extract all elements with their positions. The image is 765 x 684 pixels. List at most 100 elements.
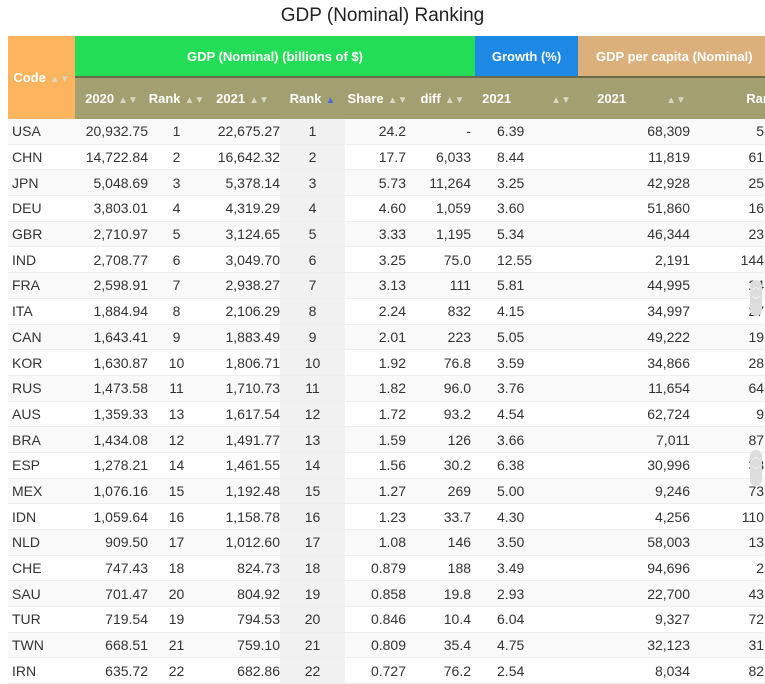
- table-cell: 8,034: [578, 657, 706, 684]
- sort-icon: ▲▼: [118, 95, 138, 106]
- table-cell: 30.2: [410, 452, 476, 479]
- column-header-0[interactable]: 2020 ▲▼: [75, 76, 148, 119]
- table-cell: 0.879: [345, 555, 410, 582]
- column-header-1[interactable]: Rank ▲▼: [148, 76, 205, 119]
- column-label: 2021: [482, 91, 512, 106]
- table-cell: 2.01: [345, 324, 410, 351]
- table-cell: 3: [280, 169, 345, 197]
- table-row: ITA1,884.9482,106.2982.248324.1534,99727: [8, 298, 765, 325]
- group-header-growth: Growth (%): [475, 36, 579, 77]
- table-cell: 824.73: [205, 555, 280, 582]
- table-cell: 49,222: [578, 324, 706, 351]
- table-cell: 10: [148, 349, 205, 376]
- scroll-handle[interactable]: ︿ ﹀: [750, 280, 762, 316]
- table-row: IRN 635.72 22 682.86 22 0.727 76.2 2.54 8,034 82: [8, 657, 765, 684]
- table-cell: 15: [280, 478, 345, 505]
- column-header-7[interactable]: 2021 ▲▼: [578, 76, 706, 119]
- table-cell: 4.60: [345, 195, 410, 222]
- sort-icon: ▲▼: [444, 95, 465, 106]
- sort-icon: ▲▼: [551, 95, 571, 106]
- table-cell: 6.38: [475, 452, 579, 479]
- table-cell: 223: [410, 324, 476, 351]
- table-cell: 1.23: [345, 503, 410, 530]
- table-cell: 8: [148, 298, 205, 325]
- column-header-4[interactable]: Share ▲▼: [345, 76, 410, 119]
- table-cell: 4: [280, 195, 345, 222]
- table-cell: 5.05: [475, 324, 579, 351]
- table-cell: 701.47: [75, 580, 148, 608]
- table-cell: 11,654: [578, 375, 706, 402]
- table-cell: 0.809: [345, 632, 410, 659]
- table-cell: 2.93: [475, 580, 579, 608]
- table-cell: 64: [705, 375, 765, 402]
- table-cell: 1.82: [345, 375, 410, 402]
- table-cell: 21: [280, 632, 345, 659]
- table-cell: 3.66: [475, 426, 579, 453]
- table-cell: GBR: [8, 221, 75, 248]
- sort-ascending-icon: ▲: [325, 95, 336, 106]
- table-cell: 1,059.64: [75, 503, 148, 530]
- table-cell: 2,938.27: [205, 272, 280, 299]
- table-cell: 11,264: [410, 169, 476, 197]
- table-cell: 1,192.48: [205, 478, 280, 505]
- table-cell: 93.2: [410, 401, 476, 428]
- table-cell: DEU: [8, 195, 75, 222]
- table-cell: 1,461.55: [205, 452, 280, 479]
- column-header-6[interactable]: 2021 ▲▼: [475, 76, 579, 119]
- group-header-gdp: GDP (Nominal) (billions of $): [75, 36, 476, 77]
- table-cell: AUS: [8, 401, 75, 428]
- table-cell: 11,819: [578, 144, 706, 171]
- table-cell: 3.25: [345, 246, 410, 274]
- table-cell: 58,003: [578, 529, 706, 556]
- table-row: CHE 747.43 18 824.73 18 0.879 188 3.49 94,696 2: [8, 555, 765, 582]
- column-label: Rank: [289, 91, 322, 106]
- table-cell: 42,928: [578, 169, 706, 197]
- table-cell: 110: [705, 503, 765, 530]
- table-cell: ITA: [8, 298, 75, 325]
- table-cell: TWN: [8, 632, 75, 659]
- table-cell: 13: [280, 426, 345, 453]
- column-header-8[interactable]: Rank: [705, 76, 765, 119]
- table-cell: FRA: [8, 272, 75, 299]
- table-cell: 3.25: [475, 169, 579, 197]
- table-cell: CHE: [8, 555, 75, 582]
- table-cell: 5.34: [475, 221, 579, 248]
- table-cell: MEX: [8, 478, 75, 505]
- scroll-handle[interactable]: ︿ ﹀: [750, 450, 762, 486]
- column-header-2[interactable]: 2021 ▲▼: [205, 76, 280, 119]
- table-cell: 6.04: [475, 606, 579, 633]
- table-cell: 3.13: [345, 272, 410, 299]
- table-cell: 1,473.58: [75, 375, 148, 402]
- table-cell: 719.54: [75, 606, 148, 633]
- column-header-3[interactable]: Rank ▲: [280, 76, 345, 119]
- page-title: GDP (Nominal) Ranking: [280, 5, 485, 26]
- table-cell: 4,319.29: [205, 195, 280, 222]
- table-cell: 1,491.77: [205, 426, 280, 453]
- table-cell: IRN: [8, 657, 75, 684]
- table-cell: BRA: [8, 426, 75, 453]
- column-header-code[interactable]: Code ▲▼: [8, 36, 75, 119]
- table-row: CAN 1,643.41 9 1,883.49 9 2.01 223 5.05 49,222 19: [8, 324, 765, 351]
- table-cell: 2.24: [345, 298, 410, 325]
- table-cell: 9: [705, 401, 765, 428]
- table-cell: 4,256: [578, 503, 706, 530]
- column-label: diff: [420, 91, 441, 106]
- table-cell: 0.846: [345, 606, 410, 633]
- table-cell: 5,378.14: [205, 169, 280, 197]
- table-cell: 10: [280, 349, 345, 376]
- table-cell: 2: [280, 144, 345, 171]
- table-cell: 14: [148, 452, 205, 479]
- table-cell: 22: [148, 657, 205, 684]
- column-header-5[interactable]: diff ▲▼: [410, 76, 476, 119]
- table-cell: SAU: [8, 580, 75, 608]
- table-cell: 8: [280, 298, 345, 325]
- table-cell: 111: [410, 272, 476, 299]
- table-cell: 21: [148, 632, 205, 659]
- column-label: Rank: [746, 91, 765, 106]
- table-cell: 1,806.71: [205, 349, 280, 376]
- table-cell: 30,996: [578, 452, 706, 479]
- table-cell: ESP: [8, 452, 75, 479]
- table-cell: 43: [705, 580, 765, 608]
- table-cell: 17: [280, 529, 345, 556]
- column-label: 2021: [597, 91, 627, 106]
